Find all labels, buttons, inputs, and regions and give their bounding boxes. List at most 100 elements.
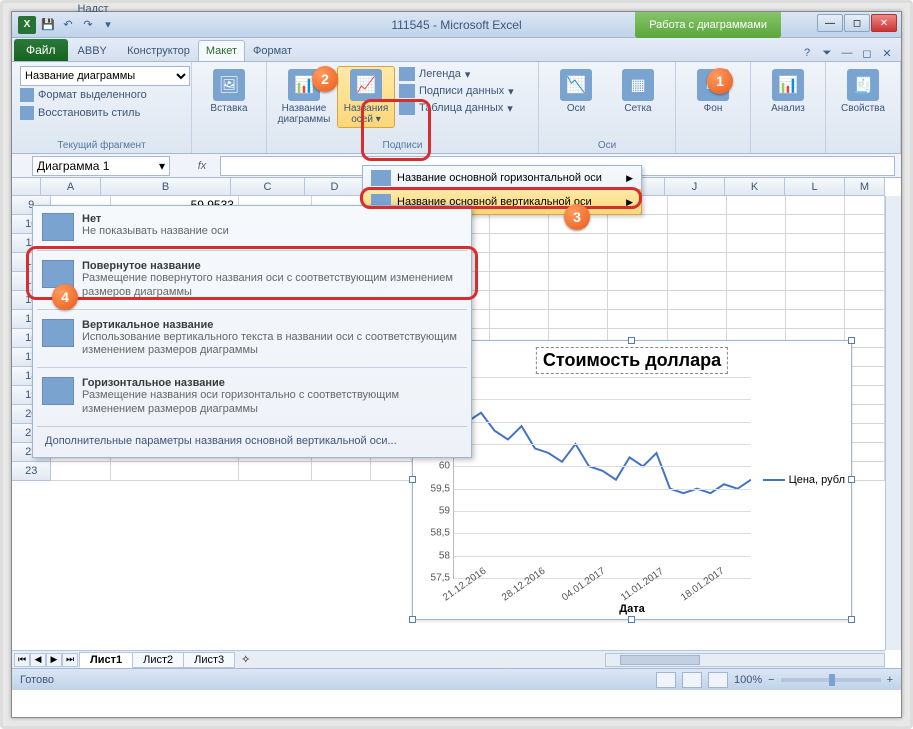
cell[interactable] <box>727 196 786 215</box>
redo-icon[interactable]: ↷ <box>80 17 96 33</box>
horizontal-scrollbar[interactable] <box>605 653 885 667</box>
properties-button[interactable]: 🧾Свойства <box>834 66 892 117</box>
sheet-tab[interactable]: Лист2 <box>132 652 184 668</box>
cell[interactable] <box>727 215 786 234</box>
resize-handle[interactable] <box>628 337 635 344</box>
last-sheet-icon[interactable]: ⏭ <box>62 653 78 667</box>
cell[interactable] <box>786 310 845 329</box>
qat-dropdown-icon[interactable]: ▾ <box>100 17 116 33</box>
cell[interactable] <box>490 272 549 291</box>
cell[interactable] <box>608 215 667 234</box>
cell[interactable] <box>239 462 312 481</box>
insert-button[interactable]: 🖼 Вставка <box>200 66 258 117</box>
cell[interactable] <box>608 253 667 272</box>
zoom-slider[interactable] <box>781 678 881 682</box>
resize-handle[interactable] <box>848 337 855 344</box>
chevron-down-icon[interactable]: ▾ <box>159 159 165 173</box>
column-header[interactable]: J <box>665 178 725 195</box>
cell[interactable] <box>786 196 845 215</box>
analysis-button[interactable]: 📊Анализ <box>759 66 817 117</box>
cell[interactable] <box>845 272 885 291</box>
cell[interactable] <box>786 253 845 272</box>
cell[interactable] <box>668 310 727 329</box>
cell[interactable] <box>668 291 727 310</box>
doc-restore-icon[interactable]: ◻ <box>859 45 875 61</box>
column-header[interactable]: L <box>785 178 845 195</box>
zoom-thumb[interactable] <box>829 674 835 686</box>
normal-view-button[interactable] <box>656 672 676 688</box>
tab-макет[interactable]: Макет <box>198 40 245 61</box>
cell[interactable] <box>490 291 549 310</box>
cell[interactable] <box>845 253 885 272</box>
next-sheet-icon[interactable]: ▶ <box>46 653 62 667</box>
legend-button[interactable]: Легенда ▾ <box>399 66 514 82</box>
fx-icon[interactable]: fx <box>190 160 214 172</box>
resize-handle[interactable] <box>848 476 855 483</box>
cell[interactable] <box>845 291 885 310</box>
resize-handle[interactable] <box>409 476 416 483</box>
cell[interactable] <box>845 234 885 253</box>
zoom-out-button[interactable]: − <box>768 674 774 686</box>
chart-element-selector[interactable]: Название диаграммы <box>20 66 190 86</box>
new-sheet-icon[interactable]: ✧ <box>235 653 256 666</box>
cell[interactable] <box>668 272 727 291</box>
scrollbar-thumb[interactable] <box>620 655 700 665</box>
cell[interactable] <box>549 291 608 310</box>
sheet-tab[interactable]: Лист3 <box>183 652 235 668</box>
resize-handle[interactable] <box>409 616 416 623</box>
cell[interactable] <box>727 310 786 329</box>
cell[interactable] <box>727 291 786 310</box>
cell[interactable] <box>668 234 727 253</box>
cell[interactable] <box>786 215 845 234</box>
axis-titles-button[interactable]: 📈 Названия осей ▾ <box>337 66 395 128</box>
tab-формат[interactable]: Формат <box>245 40 300 61</box>
cell[interactable] <box>845 310 885 329</box>
resize-handle[interactable] <box>848 616 855 623</box>
chart-title[interactable]: Стоимость доллара <box>536 347 728 374</box>
more-axis-title-options[interactable]: Дополнительные параметры названия основн… <box>33 429 471 453</box>
row-header[interactable]: 23 <box>12 462 51 481</box>
minimize-ribbon-icon[interactable]: ⏷ <box>819 45 835 61</box>
save-icon[interactable]: 💾 <box>40 17 56 33</box>
cell[interactable] <box>608 310 667 329</box>
page-break-view-button[interactable] <box>708 672 728 688</box>
first-sheet-icon[interactable]: ⏮ <box>14 653 30 667</box>
cell[interactable] <box>549 272 608 291</box>
undo-icon[interactable]: ↶ <box>60 17 76 33</box>
data-table-button[interactable]: Таблица данных ▾ <box>399 100 514 116</box>
menu-item[interactable]: Горизонтальное названиеРазмещение назван… <box>33 370 471 424</box>
format-selection-button[interactable]: Формат выделенного <box>20 86 183 104</box>
tab-abby[interactable]: ABBY <box>70 40 120 61</box>
sheet-tab[interactable]: Лист1 <box>79 652 133 668</box>
cell[interactable] <box>51 462 110 481</box>
cell[interactable] <box>549 253 608 272</box>
cell[interactable] <box>549 234 608 253</box>
cell[interactable] <box>786 272 845 291</box>
axes-button[interactable]: 📉Оси <box>547 66 605 117</box>
cell[interactable] <box>668 215 727 234</box>
cell[interactable] <box>549 310 608 329</box>
cell[interactable] <box>786 291 845 310</box>
gridlines-button[interactable]: ▦Сетка <box>609 66 667 117</box>
select-all-corner[interactable] <box>12 178 41 195</box>
resize-handle[interactable] <box>628 616 635 623</box>
close-button[interactable]: ✕ <box>871 14 897 32</box>
maximize-button[interactable]: ◻ <box>844 14 870 32</box>
cell[interactable] <box>727 272 786 291</box>
minimize-button[interactable]: — <box>817 14 843 32</box>
cell[interactable] <box>845 215 885 234</box>
cell[interactable] <box>490 310 549 329</box>
cell[interactable] <box>727 253 786 272</box>
zoom-in-button[interactable]: + <box>887 674 893 686</box>
vertical-scrollbar[interactable] <box>885 196 901 650</box>
column-header[interactable]: M <box>845 178 885 195</box>
menu-item[interactable]: Вертикальное названиеИспользование верти… <box>33 312 471 366</box>
cell[interactable] <box>608 234 667 253</box>
data-labels-button[interactable]: Подписи данных ▾ <box>399 83 514 99</box>
cell[interactable] <box>608 272 667 291</box>
column-header[interactable]: A <box>41 178 101 195</box>
column-header[interactable]: C <box>231 178 305 195</box>
help-icon[interactable]: ? <box>799 45 815 61</box>
doc-close-icon[interactable]: ✕ <box>879 45 895 61</box>
doc-minimize-icon[interactable]: — <box>839 45 855 61</box>
